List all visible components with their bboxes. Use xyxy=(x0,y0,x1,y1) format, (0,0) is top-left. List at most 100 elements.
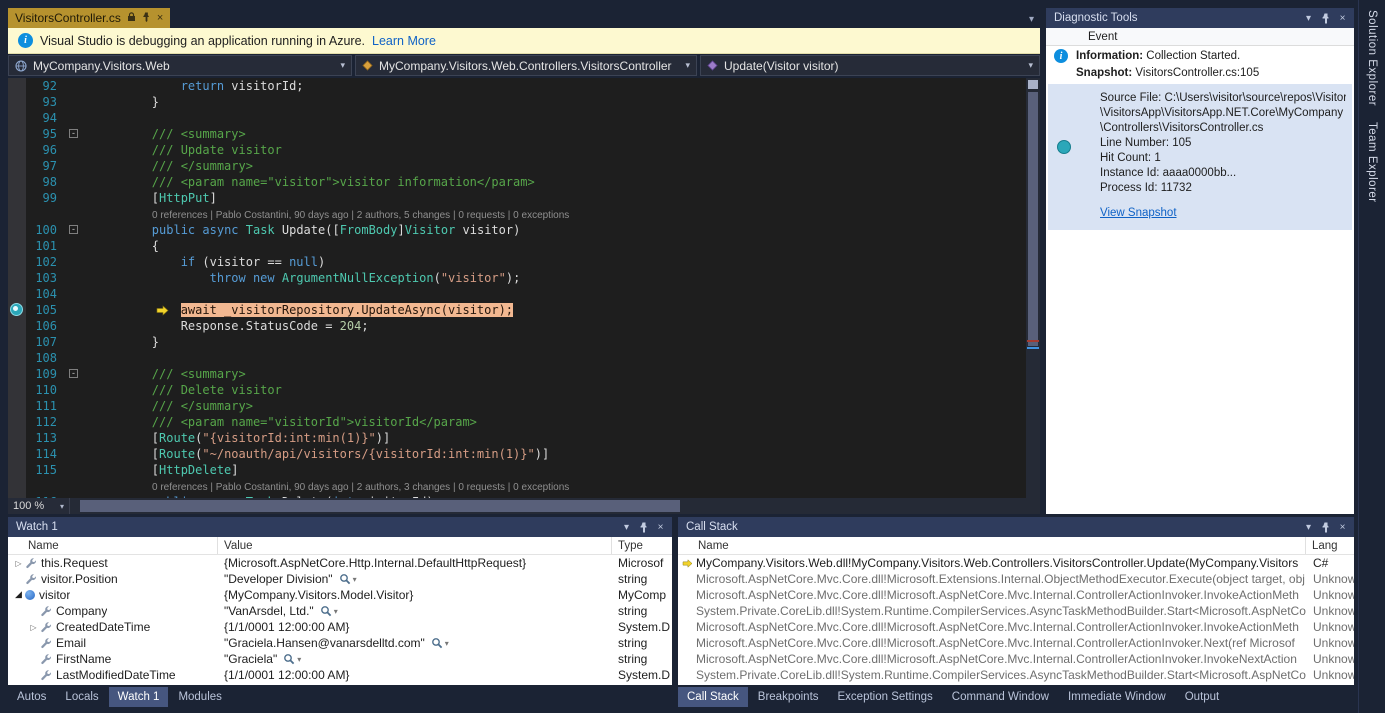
breakpoint-margin[interactable] xyxy=(8,350,26,366)
breakpoint-margin[interactable] xyxy=(8,158,26,174)
code-text[interactable]: [HttpPut] xyxy=(82,190,1026,206)
column-header-lang[interactable]: Lang xyxy=(1306,537,1354,554)
editor-vertical-scrollbar[interactable] xyxy=(1026,78,1040,498)
column-header-name[interactable]: Name xyxy=(678,537,1306,554)
editor-splitter-grip[interactable] xyxy=(1028,80,1038,89)
pin-icon[interactable] xyxy=(1317,519,1334,535)
code-text[interactable]: 0 references | Pablo Costantini, 90 days… xyxy=(82,206,1026,222)
tab-team-explorer[interactable]: Team Explorer xyxy=(1366,122,1378,203)
view-snapshot-link[interactable]: View Snapshot xyxy=(1100,206,1177,221)
pin-icon[interactable] xyxy=(635,519,652,535)
breakpoint-margin[interactable] xyxy=(8,142,26,158)
snapshot-event-details[interactable]: Source File: C:\Users\visitor\source\rep… xyxy=(1048,84,1352,230)
codelens-info[interactable]: 0 references | Pablo Costantini, 90 days… xyxy=(94,482,569,493)
code-text[interactable]: return visitorId; xyxy=(82,78,1026,94)
callstack-frame[interactable]: Microsoft.AspNetCore.Mvc.Core.dll!Micros… xyxy=(678,587,1354,603)
code-text[interactable]: /// <summary> xyxy=(82,366,1026,382)
project-dropdown[interactable]: MyCompany.Visitors.Web ▾ xyxy=(8,55,352,76)
tab-call-stack[interactable]: Call Stack xyxy=(678,687,748,707)
breakpoint-margin[interactable] xyxy=(8,398,26,414)
watch-row[interactable]: ▷this.Request{Microsoft.AspNetCore.Http.… xyxy=(8,555,672,571)
watch-value-cell[interactable]: {1/1/0001 12:00:00 AM} xyxy=(218,667,612,683)
tab-watch-1[interactable]: Watch 1 xyxy=(109,687,169,707)
code-editor[interactable]: 92 return visitorId;93 }9495- /// <summa… xyxy=(8,78,1040,498)
code-text[interactable]: { xyxy=(82,238,1026,254)
window-position-icon[interactable]: ▾ xyxy=(1300,519,1317,535)
tab-breakpoints[interactable]: Breakpoints xyxy=(749,687,828,707)
breakpoint-margin[interactable] xyxy=(8,94,26,110)
code-text[interactable]: /// <param name="visitorId">visitorId</p… xyxy=(82,414,1026,430)
breakpoint-margin[interactable] xyxy=(8,318,26,334)
callstack-frame[interactable]: Microsoft.AspNetCore.Mvc.Core.dll!Micros… xyxy=(678,619,1354,635)
tab-locals[interactable]: Locals xyxy=(56,687,107,707)
pin-icon[interactable] xyxy=(142,11,151,25)
code-text[interactable]: /// </summary> xyxy=(82,158,1026,174)
code-text[interactable]: [Route("~/noauth/api/visitors/{visitorId… xyxy=(82,446,1026,462)
value-visualizer-icon[interactable]: ▾ xyxy=(320,605,338,617)
breakpoint-margin[interactable] xyxy=(8,414,26,430)
code-text[interactable]: 0 references | Pablo Costantini, 90 days… xyxy=(82,478,1026,494)
watch-row[interactable]: Company"VanArsdel, Ltd."▾string xyxy=(8,603,672,619)
breakpoint-margin[interactable] xyxy=(8,494,26,498)
window-position-icon[interactable]: ▾ xyxy=(618,519,635,535)
watch-header[interactable]: Watch 1 ▾ × xyxy=(8,517,672,537)
tab-output[interactable]: Output xyxy=(1176,687,1229,707)
breakpoint-margin[interactable] xyxy=(8,478,26,494)
breakpoint-margin[interactable] xyxy=(8,286,26,302)
collapse-region-icon[interactable]: - xyxy=(69,225,78,234)
code-text[interactable]: public async Task Update([FromBody]Visit… xyxy=(82,222,1026,238)
pin-icon[interactable] xyxy=(1317,10,1334,26)
watch-value-cell[interactable]: {Microsoft.AspNetCore.Http.Internal.Defa… xyxy=(218,555,612,571)
code-text[interactable]: /// Delete visitor xyxy=(82,382,1026,398)
member-dropdown[interactable]: Update(Visitor visitor) ▾ xyxy=(700,55,1040,76)
watch-row[interactable]: Email"Graciela.Hansen@vanarsdelltd.com"▾… xyxy=(8,635,672,651)
tab-immediate-window[interactable]: Immediate Window xyxy=(1059,687,1175,707)
code-text[interactable] xyxy=(82,286,1026,302)
tab-solution-explorer[interactable]: Solution Explorer xyxy=(1366,10,1378,106)
tab-autos[interactable]: Autos xyxy=(8,687,55,707)
code-text[interactable] xyxy=(82,350,1026,366)
diagnostic-tools-header[interactable]: Diagnostic Tools ▾ × xyxy=(1046,8,1354,28)
learn-more-link[interactable]: Learn More xyxy=(372,34,436,48)
code-text[interactable]: if (visitor == null) xyxy=(82,254,1026,270)
watch-row[interactable]: ◢visitor{MyCompany.Visitors.Model.Visito… xyxy=(8,587,672,603)
code-text[interactable]: throw new ArgumentNullException("visitor… xyxy=(82,270,1026,286)
watch-value-cell[interactable]: "Developer Division"▾ xyxy=(218,571,612,587)
callstack-frame[interactable]: Microsoft.AspNetCore.Mvc.Core.dll!Micros… xyxy=(678,635,1354,651)
watch-row[interactable]: FirstName"Graciela"▾string xyxy=(8,651,672,667)
callstack-frame[interactable]: System.Private.CoreLib.dll!System.Runtim… xyxy=(678,667,1354,683)
watch-row[interactable]: LastModifiedDateTime{1/1/0001 12:00:00 A… xyxy=(8,667,672,683)
codelens-info[interactable]: 0 references | Pablo Costantini, 90 days… xyxy=(94,210,569,221)
close-icon[interactable]: × xyxy=(1334,10,1351,26)
code-text[interactable]: } xyxy=(82,334,1026,350)
watch-row[interactable]: visitor.Position"Developer Division"▾str… xyxy=(8,571,672,587)
breakpoint-margin[interactable] xyxy=(8,110,26,126)
breakpoint-margin[interactable] xyxy=(8,190,26,206)
type-dropdown[interactable]: MyCompany.Visitors.Web.Controllers.Visit… xyxy=(355,55,697,76)
close-icon[interactable]: × xyxy=(652,519,669,535)
code-text[interactable]: [Route("{visitorId:int:min(1)}")] xyxy=(82,430,1026,446)
breakpoint-margin[interactable] xyxy=(8,382,26,398)
code-text[interactable]: /// <summary> xyxy=(82,126,1026,142)
breakpoint-margin[interactable] xyxy=(8,270,26,286)
value-visualizer-icon[interactable]: ▾ xyxy=(339,573,357,585)
collapse-icon[interactable]: ◢ xyxy=(12,590,25,600)
snappoint-icon[interactable] xyxy=(10,303,23,316)
breakpoint-margin[interactable] xyxy=(8,174,26,190)
column-header-name[interactable]: Name xyxy=(8,537,218,554)
code-text[interactable] xyxy=(82,110,1026,126)
tab-modules[interactable]: Modules xyxy=(169,687,230,707)
watch-value-cell[interactable]: "VanArsdel, Ltd."▾ xyxy=(218,603,612,619)
code-text[interactable]: /// <param name="visitor">visitor inform… xyxy=(82,174,1026,190)
tab-exception-settings[interactable]: Exception Settings xyxy=(829,687,942,707)
expand-icon[interactable]: ▷ xyxy=(12,559,25,568)
window-position-icon[interactable]: ▾ xyxy=(1300,10,1317,26)
breakpoint-margin[interactable] xyxy=(8,206,26,222)
value-visualizer-icon[interactable]: ▾ xyxy=(283,653,301,665)
column-header-type[interactable]: Type xyxy=(612,537,672,554)
scrollbar-thumb[interactable] xyxy=(1028,92,1038,346)
breakpoint-margin[interactable] xyxy=(8,446,26,462)
editor-horizontal-scrollbar[interactable] xyxy=(70,498,1040,514)
breakpoint-margin[interactable] xyxy=(8,222,26,238)
breakpoint-margin[interactable] xyxy=(8,238,26,254)
